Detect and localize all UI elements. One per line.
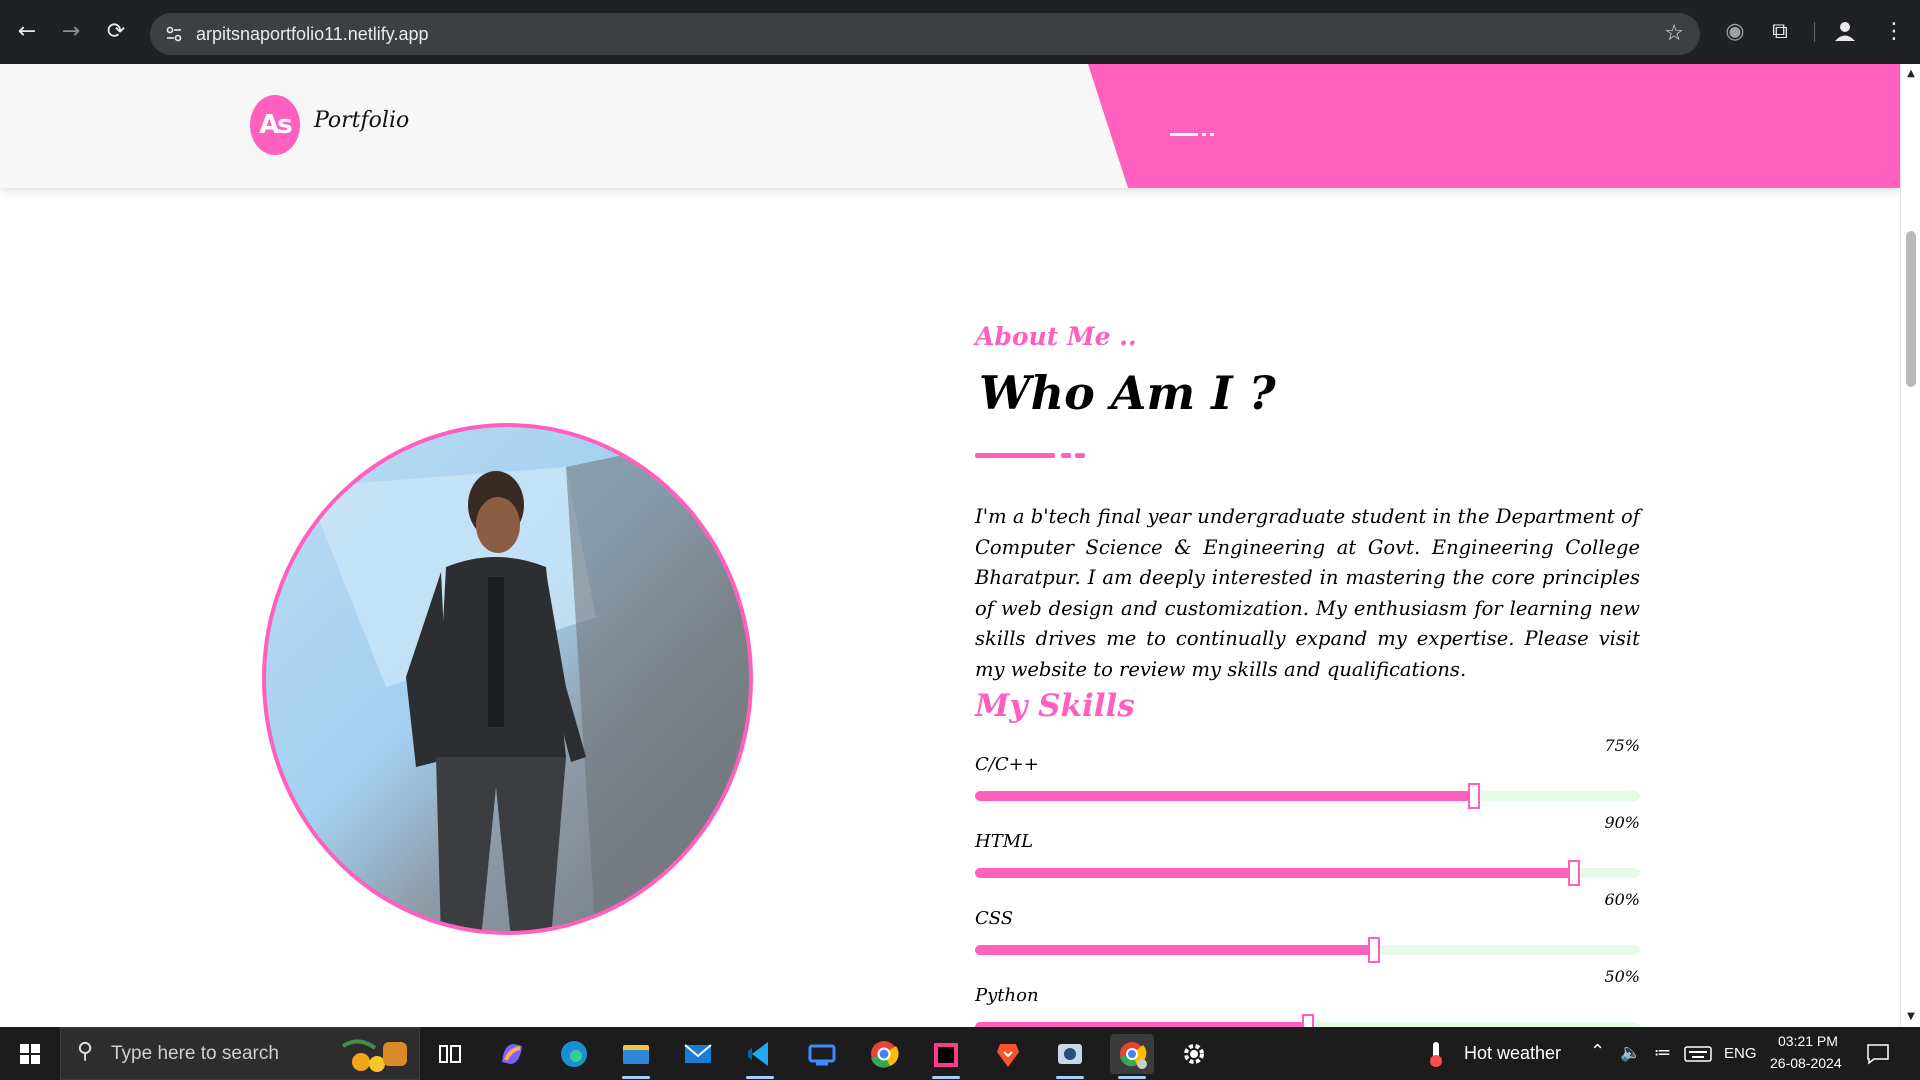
task-view-icon[interactable] [428,1034,472,1074]
skill-bar-css: CSS 60% [975,890,1640,966]
clock-date[interactable]: 26-08-2024 [1770,1055,1842,1071]
logo-label[interactable]: Portfolio [314,108,409,133]
puzzle-icon[interactable]: ⧉ [1762,14,1798,50]
active-indicator [622,1076,650,1079]
profile-icon[interactable] [1827,14,1863,50]
keyboard-icon[interactable] [1684,1046,1712,1062]
skill-fill [975,945,1374,955]
skills-title: My Skills [975,688,1135,724]
skill-name: CSS [975,908,1014,929]
active-indicator [1118,1076,1146,1079]
edge-icon[interactable] [552,1034,596,1074]
remote-desktop-icon[interactable] [800,1034,844,1074]
skill-name: Python [975,985,1039,1006]
skill-fill [975,868,1574,878]
skill-percent: 50% [1604,967,1640,986]
skill-bar-cpp: C/C++ 75% [975,736,1640,812]
scroll-thumb[interactable] [1906,231,1916,387]
about-tag: About Me .. [975,322,1137,351]
reload-icon[interactable]: ⟳ [101,14,131,50]
kebab-menu-icon[interactable]: ⋮ [1876,14,1912,50]
title-underline [975,453,1085,458]
skill-handle[interactable] [1567,860,1580,886]
address-bar[interactable]: arpitsnaportfolio11.netlify.app ☆ [150,13,1700,55]
active-indicator [1056,1076,1084,1079]
skill-track [975,937,1640,963]
active-indicator [932,1076,960,1079]
forward-arrow-icon[interactable]: → [56,14,86,50]
skill-handle[interactable] [1301,1014,1314,1027]
skill-handle[interactable] [1467,783,1480,809]
url-text[interactable]: arpitsnaportfolio11.netlify.app [196,13,428,55]
weather-text[interactable]: Hot weather [1464,1043,1561,1064]
chrome-icon[interactable] [862,1034,906,1074]
bio-paragraph: I'm a b'tech final year undergraduate st… [975,505,1640,681]
mail-icon[interactable] [676,1034,720,1074]
scroll-up-arrow-icon[interactable]: ▲ [1901,66,1920,82]
toolbar-divider [1814,22,1815,42]
bookmark-star-icon[interactable]: ☆ [1664,13,1684,55]
skill-bar-python: Python 50% [975,967,1640,1027]
brave-icon[interactable] [986,1034,1030,1074]
search-highlight-icon [341,1039,407,1072]
skill-track [975,860,1640,886]
skill-name: C/C++ [975,754,1039,775]
active-indicator [746,1076,774,1079]
extension-icon[interactable]: ◉ [1717,14,1753,50]
jetbrains-icon[interactable] [924,1034,968,1079]
settings-icon[interactable] [1172,1034,1216,1074]
skill-name: HTML [975,831,1034,852]
site-header: As Portfolio [0,64,1900,188]
vscode-icon[interactable] [738,1034,782,1079]
section-title: Who Am I ? [979,366,1276,420]
header-decor-line [1170,133,1214,136]
search-placeholder[interactable]: Type here to search [111,1028,279,1079]
skill-percent: 60% [1604,890,1640,909]
thermometer-icon[interactable] [1426,1040,1446,1068]
skill-percent: 75% [1604,736,1640,755]
language-indicator[interactable]: ENG [1724,1045,1757,1062]
skill-fill [975,791,1474,801]
site-logo[interactable]: As [250,95,300,155]
skill-percent: 90% [1604,813,1640,832]
site-info-icon[interactable] [164,24,184,44]
taskbar-search[interactable]: ⚲ Type here to search [60,1027,420,1080]
copilot-icon[interactable] [490,1034,534,1074]
search-icon: ⚲ [77,1039,94,1064]
chevron-up-icon[interactable]: ⌃ [1590,1041,1605,1062]
skill-track [975,783,1640,809]
profile-photo [262,423,753,935]
back-arrow-icon[interactable]: ← [12,14,42,50]
skill-bar-html: HTML 90% [975,813,1640,889]
notification-icon[interactable] [1866,1043,1890,1065]
scroll-down-arrow-icon[interactable]: ▼ [1901,1009,1920,1025]
skill-handle[interactable] [1368,937,1380,963]
windows-taskbar: ⚲ Type here to search Hot weather ⌃ 🔈 ≔ … [0,1027,1920,1080]
page-scrollbar[interactable]: ▲ ▼ [1900,64,1920,1027]
header-accent-panel [1088,64,1900,188]
file-explorer-icon[interactable] [614,1034,658,1079]
chrome-profile-icon[interactable] [1110,1034,1154,1079]
page-viewport: As Portfolio About Me .. Who Am I ? I'm … [0,64,1900,1027]
clock-time[interactable]: 03:21 PM [1778,1033,1838,1049]
wifi-icon[interactable]: ≔ [1654,1043,1671,1063]
windows-start-icon[interactable] [0,1027,60,1080]
media-icon[interactable] [1048,1034,1092,1079]
browser-toolbar: ← → ⟳ arpitsnaportfolio11.netlify.app ☆ … [0,0,1920,64]
speaker-icon[interactable]: 🔈 [1620,1043,1641,1063]
